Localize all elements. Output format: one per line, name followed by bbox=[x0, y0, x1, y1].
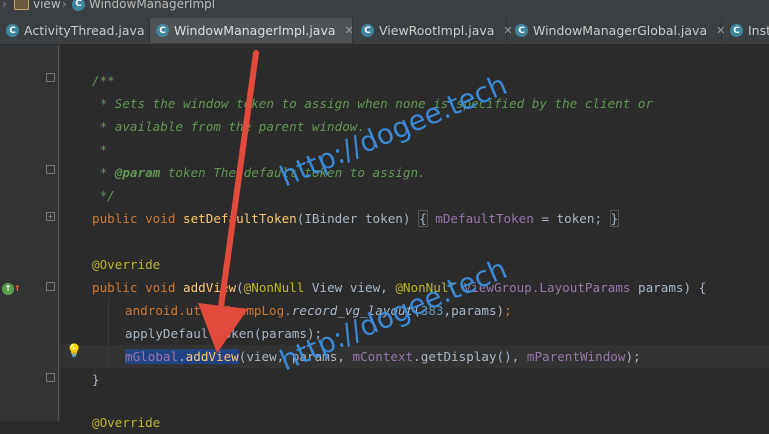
arrow-shaft bbox=[218, 50, 259, 310]
folder-icon bbox=[14, 0, 29, 10]
tab-activitythread[interactable]: C ActivityThread.java ✕ bbox=[0, 18, 163, 43]
breadcrumb-folder-label: view bbox=[33, 0, 61, 11]
class-icon: C bbox=[72, 0, 85, 11]
tab-label: WindowManagerGlobal.java bbox=[533, 23, 708, 38]
class-icon: C bbox=[515, 24, 528, 37]
breadcrumb-separator: › bbox=[2, 0, 7, 11]
breadcrumb-folder[interactable]: view bbox=[14, 0, 61, 11]
annotation-arrow bbox=[198, 50, 259, 353]
close-icon[interactable]: ✕ bbox=[345, 24, 354, 37]
breadcrumb-file-label: WindowManagerImpl bbox=[89, 0, 216, 11]
class-icon: C bbox=[156, 24, 169, 37]
code-editor[interactable]: + ↑ ↑ 💡 /** * Sets the window token to a… bbox=[0, 45, 769, 430]
tab-windowmanagerglobal[interactable]: C WindowManagerGlobal.java ✕ bbox=[509, 18, 725, 43]
tab-label: ActivityThread.java bbox=[24, 23, 145, 38]
class-icon: C bbox=[6, 24, 19, 37]
tab-label: WindowManagerImpl.java bbox=[174, 23, 336, 38]
breadcrumb: › view › C WindowManagerImpl bbox=[0, 0, 769, 14]
arrow-head bbox=[198, 303, 248, 353]
tab-label: ViewRootImpl.java bbox=[379, 23, 495, 38]
class-icon: C bbox=[361, 24, 374, 37]
tab-viewrootimpl[interactable]: C ViewRootImpl.java ✕ bbox=[355, 18, 513, 43]
tab-windowmanagerimpl[interactable]: C WindowManagerImpl.java ✕ bbox=[150, 18, 354, 43]
class-icon: C bbox=[730, 24, 743, 37]
breadcrumb-file[interactable]: C WindowManagerImpl bbox=[72, 0, 215, 11]
editor-tab-bar: C ActivityThread.java ✕ C WindowManagerI… bbox=[0, 14, 769, 45]
tab-label: Inst bbox=[748, 23, 769, 38]
tab-inst[interactable]: C Inst bbox=[724, 18, 769, 43]
breadcrumb-separator: › bbox=[62, 0, 67, 11]
